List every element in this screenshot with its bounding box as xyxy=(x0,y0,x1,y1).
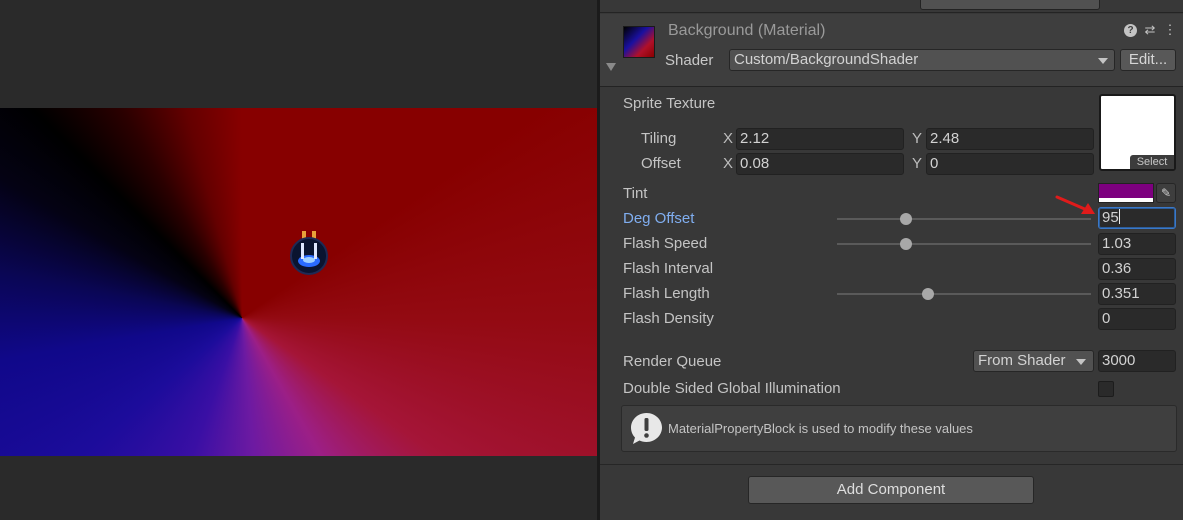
previous-dropdown[interactable] xyxy=(920,0,1100,10)
tiling-y-field[interactable]: 2.48 xyxy=(926,128,1094,150)
material-title: Background (Material) xyxy=(668,22,826,39)
tint-color-swatch[interactable] xyxy=(1098,183,1154,203)
info-help-box: MaterialPropertyBlock is used to modify … xyxy=(621,405,1177,452)
flash-length-field[interactable]: 0.351 xyxy=(1098,283,1176,305)
flash-length-slider[interactable] xyxy=(837,288,1091,300)
presets-icon[interactable]: ⇄ xyxy=(1143,22,1157,38)
previous-component-strip xyxy=(600,0,1183,13)
scene-view[interactable] xyxy=(0,0,597,520)
material-preview-thumbnail xyxy=(623,26,655,58)
annotation-arrow-icon xyxy=(1055,195,1095,214)
deg-offset-field[interactable]: 95 xyxy=(1098,207,1176,229)
render-queue-label: Render Queue xyxy=(623,353,722,370)
flash-density-field[interactable]: 0 xyxy=(1098,308,1176,330)
render-queue-dropdown[interactable]: From Shader xyxy=(973,350,1094,372)
chevron-down-icon xyxy=(1098,58,1108,64)
header-icons: ? ⇄ ⋮ xyxy=(1124,22,1177,38)
tiling-label: Tiling xyxy=(641,130,677,147)
offset-y-field[interactable]: 0 xyxy=(926,153,1094,175)
background-render xyxy=(0,108,597,456)
deg-offset-label: Deg Offset xyxy=(623,210,695,227)
flash-speed-slider[interactable] xyxy=(837,238,1091,250)
inspector-panel: Background (Material) ? ⇄ ⋮ Shader Custo… xyxy=(600,0,1183,520)
help-icon[interactable]: ? xyxy=(1124,23,1137,37)
tiling-y-label: Y xyxy=(912,130,923,147)
shader-dropdown[interactable]: Custom/BackgroundShader xyxy=(729,49,1115,71)
offset-x-label: X xyxy=(723,155,734,172)
offset-y-label: Y xyxy=(912,155,923,172)
sprite-texture-label: Sprite Texture xyxy=(623,95,716,112)
help-box-text: MaterialPropertyBlock is used to modify … xyxy=(668,421,973,436)
material-header: Background (Material) ? ⇄ ⋮ Shader Custo… xyxy=(600,14,1183,87)
shader-label: Shader xyxy=(665,52,714,69)
deg-offset-slider[interactable] xyxy=(837,213,1091,225)
info-icon xyxy=(631,413,662,444)
tiling-x-field[interactable]: 2.12 xyxy=(736,128,904,150)
flash-length-label: Flash Length xyxy=(623,285,710,302)
chevron-down-icon xyxy=(1076,359,1086,365)
offset-label: Offset xyxy=(641,155,681,172)
double-sided-gi-label: Double Sided Global Illumination xyxy=(623,380,841,397)
sprite-texture-slot[interactable]: Select xyxy=(1099,94,1176,171)
offset-x-field[interactable]: 0.08 xyxy=(736,153,904,175)
texture-select-button[interactable]: Select xyxy=(1130,155,1174,169)
render-queue-mode: From Shader xyxy=(978,352,1066,369)
shader-dropdown-value: Custom/BackgroundShader xyxy=(734,51,919,68)
foldout-arrow-icon[interactable] xyxy=(606,63,616,71)
eyedropper-icon[interactable]: ✎ xyxy=(1156,183,1176,203)
flash-speed-label: Flash Speed xyxy=(623,235,708,252)
flash-speed-slider-thumb[interactable] xyxy=(899,238,912,250)
flash-length-slider-thumb[interactable] xyxy=(922,288,935,300)
flash-interval-label: Flash Interval xyxy=(623,260,714,277)
edit-shader-button[interactable]: Edit... xyxy=(1120,49,1176,71)
player-ship-sprite xyxy=(290,231,328,275)
separator xyxy=(600,464,1183,465)
flash-density-label: Flash Density xyxy=(623,310,714,327)
tiling-x-label: X xyxy=(723,130,734,147)
render-queue-field[interactable]: 3000 xyxy=(1098,350,1176,372)
flash-interval-field[interactable]: 0.36 xyxy=(1098,258,1176,280)
flash-speed-field[interactable]: 1.03 xyxy=(1098,233,1176,255)
tint-label: Tint xyxy=(623,185,648,202)
add-component-button[interactable]: Add Component xyxy=(748,476,1034,504)
double-sided-gi-checkbox[interactable] xyxy=(1098,381,1114,397)
deg-offset-value: 95 xyxy=(1102,209,1119,226)
text-cursor xyxy=(1118,209,1120,224)
kebab-menu-icon[interactable]: ⋮ xyxy=(1163,22,1177,38)
tint-alpha-bar xyxy=(1099,198,1153,202)
deg-offset-slider-thumb[interactable] xyxy=(899,213,912,225)
